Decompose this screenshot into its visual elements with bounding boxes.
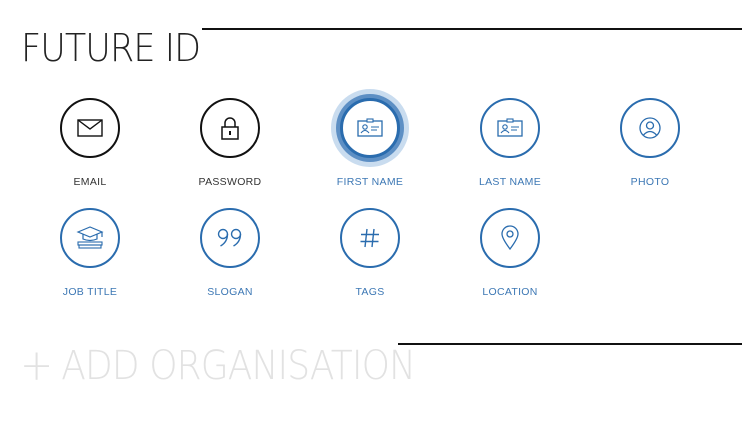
quote-icon xyxy=(200,208,260,268)
field-job-title[interactable]: JOB TITLE xyxy=(20,208,160,313)
organisation-divider xyxy=(398,343,742,345)
field-email[interactable]: EMAIL xyxy=(20,98,160,203)
hashtag-icon xyxy=(340,208,400,268)
field-label: SLOGAN xyxy=(207,286,253,298)
field-last-name[interactable]: LAST NAME xyxy=(440,98,580,203)
email-icon xyxy=(60,98,120,158)
field-label: EMAIL xyxy=(73,176,107,188)
field-first-name[interactable]: FIRST NAME xyxy=(300,98,440,203)
page-title: FUTURE ID xyxy=(21,26,201,70)
map-pin-icon xyxy=(480,208,540,268)
field-label: PASSWORD xyxy=(198,176,262,188)
add-organisation-button[interactable]: + ADD ORGANISATION xyxy=(20,340,416,391)
field-photo[interactable]: PHOTO xyxy=(580,98,720,203)
field-tags[interactable]: TAGS xyxy=(300,208,440,313)
field-label: LOCATION xyxy=(482,286,538,298)
plus-icon: + xyxy=(20,340,53,391)
field-label: LAST NAME xyxy=(478,176,542,188)
id-card-icon xyxy=(480,98,540,158)
title-divider xyxy=(202,28,742,30)
id-card-icon xyxy=(340,98,400,158)
user-avatar-icon xyxy=(620,98,680,158)
field-slogan[interactable]: SLOGAN xyxy=(160,208,300,313)
field-label: TAGS xyxy=(355,286,385,298)
field-label: FIRST NAME xyxy=(336,176,404,188)
lock-icon xyxy=(200,98,260,158)
graduation-cap-icon xyxy=(60,208,120,268)
field-label: JOB TITLE xyxy=(62,286,118,298)
field-location[interactable]: LOCATION xyxy=(440,208,580,313)
field-password[interactable]: PASSWORD xyxy=(160,98,300,203)
field-label: PHOTO xyxy=(630,176,670,188)
add-organisation-label: ADD ORGANISATION xyxy=(61,342,416,389)
